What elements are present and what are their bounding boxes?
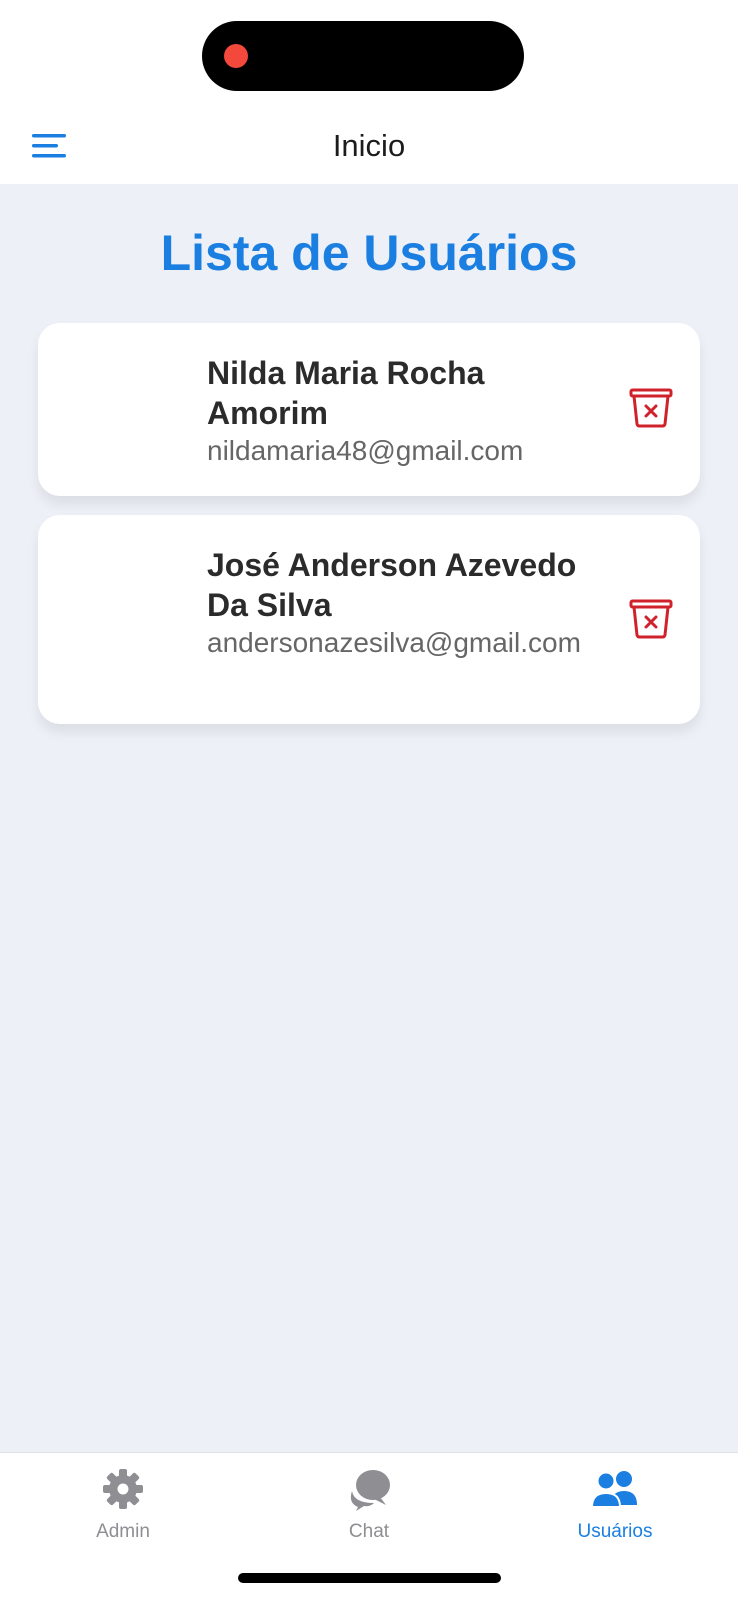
tab-label: Admin: [96, 1521, 150, 1542]
tab-admin[interactable]: Admin: [43, 1465, 203, 1561]
recording-indicator-icon: [224, 44, 248, 68]
gear-icon: [99, 1465, 147, 1513]
users-icon: [591, 1465, 639, 1513]
tab-usuarios[interactable]: Usuários: [535, 1465, 695, 1561]
home-indicator: [238, 1573, 501, 1583]
header-title: Inicio: [332, 128, 406, 163]
tab-chat[interactable]: Chat: [289, 1465, 449, 1561]
avatar: [58, 353, 188, 463]
user-email: andersonazesilva@gmail.com: [207, 627, 581, 658]
user-name: Nilda Maria Rocha Amorim: [207, 355, 485, 431]
trash-icon: [629, 599, 673, 639]
dynamic-island: [202, 21, 524, 91]
user-list: Nilda Maria Rocha Amorim nildamaria48@gm…: [38, 323, 700, 743]
avatar: [58, 545, 188, 655]
tab-label: Usuários: [577, 1521, 653, 1542]
page-title: Lista de Usuários: [160, 225, 578, 281]
user-info: Nilda Maria Rocha Amorim nildamaria48@gm…: [207, 353, 607, 469]
tab-label: Chat: [348, 1521, 390, 1542]
status-bar: [0, 0, 738, 110]
user-card[interactable]: José Anderson Azevedo Da Silva andersona…: [38, 515, 700, 724]
chat-bubbles-icon: [345, 1465, 393, 1513]
user-info: José Anderson Azevedo Da Silva andersona…: [207, 545, 607, 661]
user-email: nildamaria48@gmail.com: [207, 435, 524, 466]
user-name: José Anderson Azevedo Da Silva: [207, 547, 577, 623]
app-header: Inicio: [0, 110, 738, 184]
user-card[interactable]: Nilda Maria Rocha Amorim nildamaria48@gm…: [38, 323, 700, 496]
delete-user-button[interactable]: [626, 594, 676, 644]
delete-user-button[interactable]: [626, 383, 676, 433]
trash-icon: [629, 388, 673, 428]
